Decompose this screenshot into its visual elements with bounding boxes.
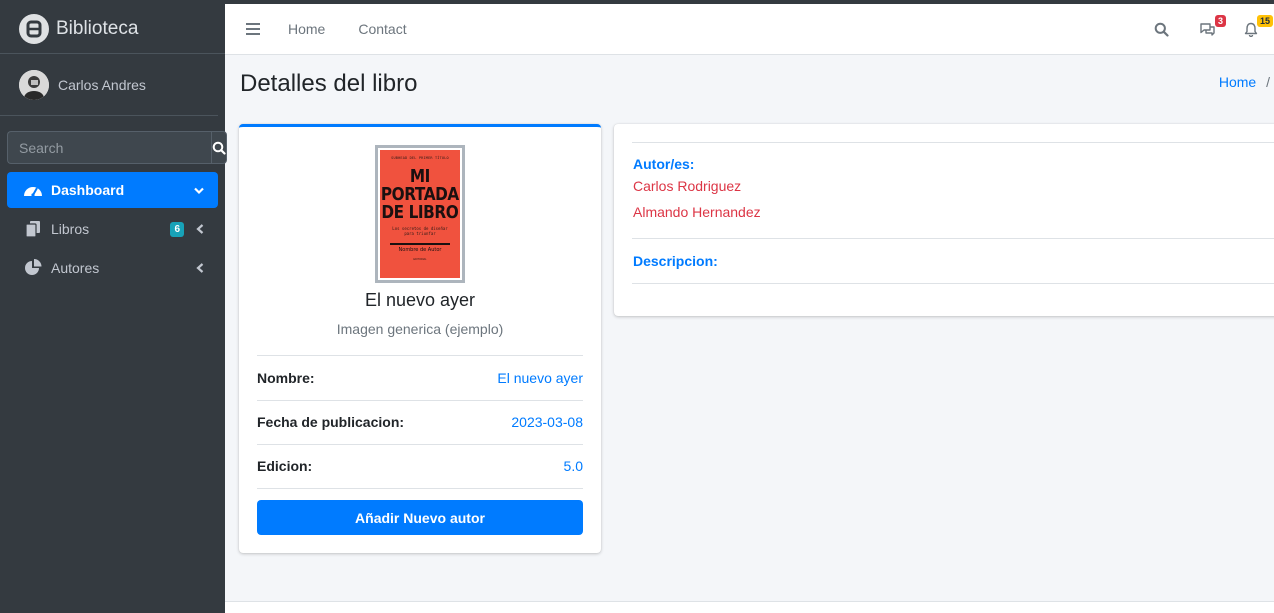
list-item: Fecha de publicacion: 2023-03-08 <box>257 399 583 445</box>
author-link[interactable]: Almando Hernandez <box>633 204 761 220</box>
list-item: Edicion: 5.0 <box>257 444 583 489</box>
sidebar-search-button[interactable] <box>211 131 227 164</box>
breadcrumb: Home / <box>1219 74 1270 90</box>
chevron-left-icon <box>196 260 204 276</box>
sidebar-item-dashboard[interactable]: Dashboard <box>7 172 218 208</box>
cover-title-line: DE LIBRO <box>381 202 459 223</box>
search-icon <box>212 141 226 155</box>
search-icon <box>1154 22 1169 37</box>
chevron-left-icon <box>196 221 204 237</box>
notifications-count-badge: 15 <box>1256 14 1273 27</box>
field-value-link[interactable]: 5.0 <box>564 458 583 474</box>
top-navbar: Home Contact 3 15 <box>225 4 1274 55</box>
copy-icon <box>23 219 43 239</box>
author-link[interactable]: Carlos Rodriguez <box>633 178 741 194</box>
footer <box>225 601 1274 613</box>
book-cover-image: SUBHEAD DEL PRIMER TÍTULO MI PORTADA DE … <box>375 145 465 283</box>
add-author-button[interactable]: Añadir Nuevo autor <box>257 500 583 535</box>
chevron-down-icon <box>194 182 204 198</box>
field-value-link[interactable]: 2023-03-08 <box>511 414 583 430</box>
sidebar-item-libros[interactable]: Libros 6 <box>7 211 218 247</box>
brand-link[interactable]: Biblioteca <box>0 4 225 54</box>
sidebar-search <box>7 131 227 164</box>
sidebar: Biblioteca Carlos Andres Dashboard Libro… <box>0 4 227 613</box>
sidebar-nav: Dashboard Libros 6 Autores <box>7 172 218 286</box>
messages-count-badge: 3 <box>1214 14 1226 27</box>
comments-icon <box>1199 23 1215 36</box>
navbar-link-contact[interactable]: Contact <box>358 21 406 37</box>
list-item: Nombre: El nuevo ayer <box>257 355 583 400</box>
page-title: Detalles del libro <box>240 70 418 97</box>
brand-text: Biblioteca <box>56 17 139 39</box>
divider <box>632 142 1274 143</box>
navbar-right: 3 15 <box>1124 4 1274 55</box>
divider <box>632 238 1274 239</box>
sidebar-search-input[interactable] <box>7 131 211 164</box>
field-label: Fecha de publicacion: <box>257 414 405 431</box>
cover-title: MI PORTADA DE LIBRO <box>381 168 459 222</box>
book-details-card: Autor/es: Carlos Rodriguez Almando Herna… <box>614 124 1274 316</box>
libros-count-badge: 6 <box>170 221 184 237</box>
user-avatar <box>19 69 49 100</box>
cover-author: Nombre de Autor <box>398 247 442 253</box>
field-label: Edicion: <box>257 458 313 475</box>
sidebar-item-autores[interactable]: Autores <box>7 250 218 286</box>
tachometer-icon <box>23 180 43 200</box>
navbar-link-home[interactable]: Home <box>288 21 325 37</box>
cover-divider <box>390 243 450 245</box>
user-name[interactable]: Carlos Andres <box>58 77 146 93</box>
cover-subtitle-line: para triunfar <box>404 231 436 236</box>
bell-icon <box>1244 22 1258 37</box>
brand-logo-icon <box>19 13 49 44</box>
description-label: Descripcion: <box>633 253 718 269</box>
book-image-caption: Imagen generica (ejemplo) <box>336 321 504 337</box>
field-label: Nombre: <box>257 369 315 386</box>
notifications-button[interactable]: 15 <box>1242 14 1273 39</box>
breadcrumb-home-link[interactable]: Home <box>1219 74 1256 90</box>
book-details-list: Nombre: El nuevo ayer Fecha de publicaci… <box>257 355 583 489</box>
messages-button[interactable]: 3 <box>1198 14 1226 39</box>
field-value-link[interactable]: El nuevo ayer <box>497 370 583 386</box>
menu-toggle-icon[interactable] <box>246 23 260 35</box>
pie-chart-icon <box>23 258 43 278</box>
book-profile-card: SUBHEAD DEL PRIMER TÍTULO MI PORTADA DE … <box>239 124 601 553</box>
sidebar-item-label: Libros <box>51 221 90 237</box>
navbar-search-button[interactable] <box>1152 21 1170 39</box>
divider <box>632 283 1274 284</box>
sidebar-item-label: Dashboard <box>51 182 125 198</box>
breadcrumb-separator: / <box>1266 74 1270 90</box>
user-panel[interactable]: Carlos Andres <box>0 54 218 116</box>
authors-label: Autor/es: <box>633 156 695 172</box>
cover-bottom-text: EDITORIAL <box>413 258 427 261</box>
book-name-heading: El nuevo ayer <box>364 290 476 310</box>
sidebar-item-label: Autores <box>51 260 100 276</box>
book-cover-art: SUBHEAD DEL PRIMER TÍTULO MI PORTADA DE … <box>380 150 460 278</box>
cover-top-text: SUBHEAD DEL PRIMER TÍTULO <box>391 156 449 160</box>
cover-subtitle: Los secretos de diseñar para triunfar <box>392 226 447 236</box>
